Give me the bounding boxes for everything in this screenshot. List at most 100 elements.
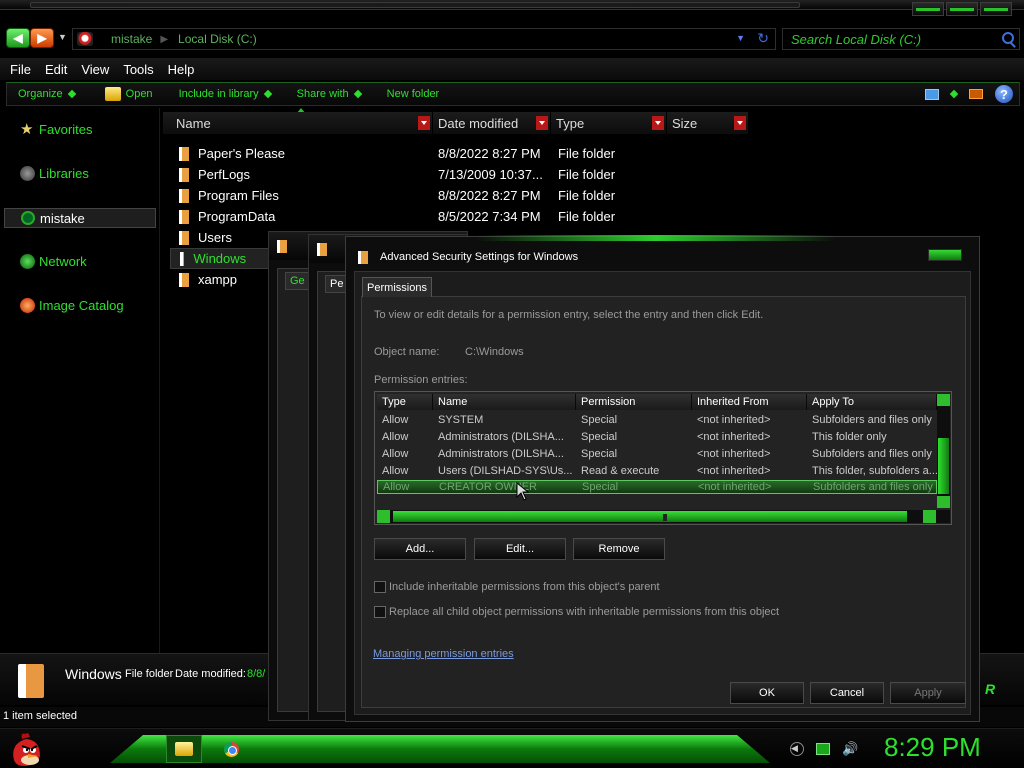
ok-button[interactable]: OK [730,682,804,704]
details-date-label: Date modified: [175,668,246,680]
column-permission[interactable]: Permission [576,394,692,410]
tray-expand-icon[interactable]: ◀ [790,742,804,756]
menu-edit[interactable]: Edit [38,62,74,77]
network-status-icon[interactable] [816,743,830,755]
chrome-icon[interactable] [224,742,239,757]
include-inheritable-checkbox-row[interactable]: Include inheritable permissions from thi… [374,581,660,593]
sidebar-item-image-catalog[interactable]: Image Catalog [20,298,124,313]
managing-permissions-link[interactable]: Managing permission entries [373,648,514,660]
organize-button[interactable]: Organize [18,88,76,100]
folder-icon [175,742,193,756]
table-row[interactable]: Allow Users (DILSHAD-SYS\Us... Read & ex… [377,463,937,480]
table-row[interactable]: Allow Administrators (DILSHA... Special … [377,446,937,463]
menu-help[interactable]: Help [161,62,202,77]
apply-button[interactable]: Apply [890,682,966,704]
sidebar-item-user[interactable]: mistake [4,208,156,228]
filter-dropdown-icon[interactable] [652,116,664,130]
view-dropdown-icon[interactable] [949,89,959,99]
filter-dropdown-icon[interactable] [734,116,746,130]
sidebar-item-libraries[interactable]: Libraries [20,166,89,181]
column-type[interactable]: Type [551,112,667,134]
search-icon[interactable] [1002,32,1014,44]
scroll-down-icon[interactable] [937,496,950,508]
folder-icon [179,230,189,245]
refresh-icon[interactable]: ↻ [757,30,769,47]
organize-label: Organize [18,88,63,100]
back-button[interactable]: ◀ [6,28,30,48]
replace-child-label: Replace all child object permissions wit… [389,606,780,618]
tab-general[interactable]: Ge [285,272,310,290]
table-row[interactable]: Allow SYSTEM Special <not inherited> Sub… [377,412,937,429]
file-row[interactable]: Paper's Please 8/8/2022 8:27 PM File folde… [170,143,630,164]
share-with-button[interactable]: Share with [297,88,362,100]
folder-icon [18,664,44,698]
vertical-scrollbar[interactable] [937,394,950,508]
filter-dropdown-icon[interactable] [418,116,430,130]
taskbar-explorer-button[interactable] [166,735,202,763]
search-placeholder: Search Local Disk (C:) [791,31,922,47]
help-icon[interactable]: ? [995,85,1013,103]
address-bar[interactable]: mistake ▶ Local Disk (C:) ▼ ↻ [72,28,776,50]
file-row[interactable]: Program Files 8/8/2022 8:27 PM File folder [170,185,630,206]
details-date-value: 8/8/ [247,668,266,680]
change-view-icon[interactable] [925,88,939,100]
close-button[interactable] [980,2,1012,16]
angry-bird-start-icon[interactable] [6,730,46,768]
table-row[interactable]: Allow Administrators (DILSHA... Special … [377,429,937,446]
cancel-button[interactable]: Cancel [810,682,884,704]
column-date-modified[interactable]: Date modified [433,112,551,134]
tab-permissions[interactable]: Permissions [362,277,432,297]
scroll-right-icon[interactable] [923,510,936,523]
open-button[interactable]: Open [104,87,153,101]
file-row[interactable]: ProgramData 8/5/2022 7:34 PM File folder [170,206,630,227]
sidebar-item-network[interactable]: Network [20,254,87,269]
file-name: PerfLogs [198,167,251,182]
clock[interactable]: 8:29 PM [884,732,981,763]
column-apply-to[interactable]: Apply To [807,394,937,410]
recent-pages-dropdown[interactable]: ▼ [58,32,67,42]
scroll-thumb[interactable] [938,438,949,494]
column-size[interactable]: Size [667,112,749,134]
filter-dropdown-icon[interactable] [536,116,548,130]
maximize-button[interactable] [946,2,978,16]
preview-pane-icon[interactable] [969,89,983,99]
scroll-thumb[interactable] [393,511,907,522]
cell-name: CREATOR OWNER [439,481,537,493]
menu-view[interactable]: View [74,62,116,77]
dialog-close-button[interactable] [928,249,962,261]
sidebar-item-favorites[interactable]: ★ Favorites [20,122,92,137]
scroll-up-icon[interactable] [937,394,950,406]
menu-tools[interactable]: Tools [116,62,160,77]
column-type[interactable]: Type [377,394,433,410]
column-inherited-from[interactable]: Inherited From [692,394,807,410]
file-row[interactable]: PerfLogs 7/13/2009 10:37... File folder [170,164,630,185]
dialog-title: Advanced Security Settings for Windows [380,251,579,263]
replace-child-checkbox[interactable] [374,606,386,618]
column-name[interactable]: Name [163,112,433,134]
scroll-left-icon[interactable] [377,510,390,523]
replace-child-checkbox-row[interactable]: Replace all child object permissions wit… [374,606,779,618]
breadcrumb-mistake[interactable]: mistake [111,32,152,46]
breadcrumb-local-disk[interactable]: Local Disk (C:) [178,32,257,46]
folder-icon [179,146,189,161]
forward-button[interactable]: ▶ [30,28,54,48]
folder-icon [179,167,189,182]
folder-icon [179,209,189,224]
add-button[interactable]: Add... [374,538,466,560]
address-dropdown-icon[interactable]: ▼ [736,33,745,43]
breadcrumb-separator-icon[interactable]: ▶ [160,34,168,45]
column-name[interactable]: Name [433,394,576,410]
horizontal-scrollbar[interactable] [377,510,950,523]
table-row-selected[interactable]: Allow CREATOR OWNER Special <not inherit… [377,480,937,494]
cell-permission: Special [581,431,618,443]
search-input[interactable]: Search Local Disk (C:) [782,28,1020,50]
remove-button[interactable]: Remove [573,538,665,560]
include-inheritable-checkbox[interactable] [374,581,386,593]
new-folder-button[interactable]: New folder [387,88,440,100]
include-in-library-button[interactable]: Include in library [179,88,272,100]
volume-icon[interactable]: 🔊 [842,741,858,757]
edit-button[interactable]: Edit... [474,538,566,560]
menu-file[interactable]: File [3,62,38,77]
file-type: File folder [558,146,616,161]
minimize-button[interactable] [912,2,944,16]
